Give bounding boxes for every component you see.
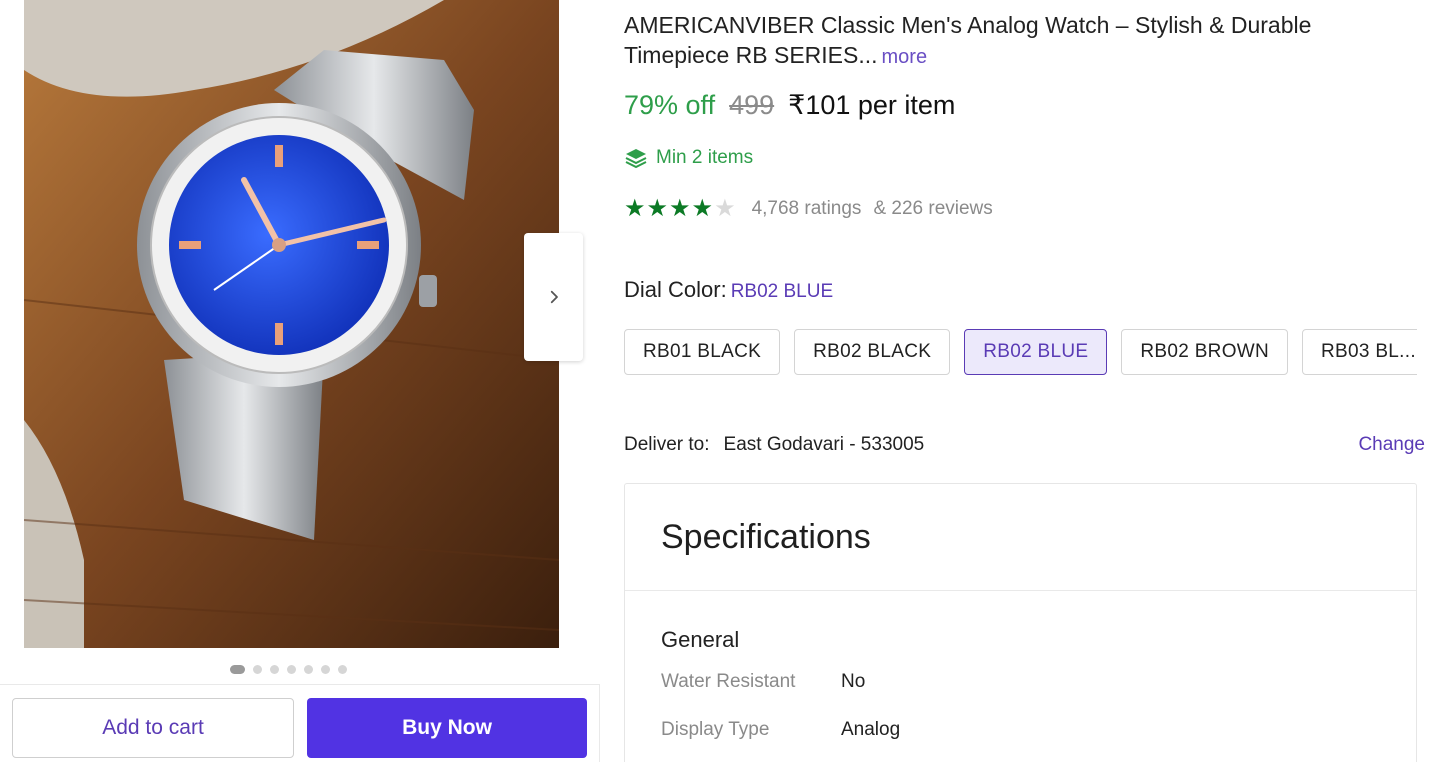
current-price: ₹101 per item <box>788 90 956 120</box>
original-price: 499 <box>729 90 775 120</box>
variant-chip[interactable]: RB02 BLACK <box>794 329 951 375</box>
min-order: Min 2 items <box>624 146 753 170</box>
specifications-card: Specifications General Water Resistant N… <box>624 483 1417 762</box>
specifications-body: General Water Resistant No Display Type … <box>625 591 1416 762</box>
ratings-count: 4,768 ratings <box>751 198 862 219</box>
pagination-dot[interactable] <box>230 665 245 674</box>
spec-group-title: General <box>661 627 740 652</box>
pagination-dot[interactable] <box>253 665 262 674</box>
spec-value: No <box>841 671 866 692</box>
spec-key: Display Type <box>661 719 770 740</box>
spec-key: Water Resistant <box>661 671 796 692</box>
change-location-link[interactable]: Change <box>1358 434 1425 456</box>
min-order-text: Min 2 items <box>656 147 754 168</box>
rating-row[interactable]: ★ ★ ★ ★ ★ 4,768 ratings & 226 reviews <box>624 197 993 221</box>
variant-label-text: Dial Color: <box>624 277 727 302</box>
layers-icon <box>625 149 647 169</box>
variant-chip[interactable]: RB02 BROWN <box>1121 329 1289 375</box>
pagination-dot[interactable] <box>338 665 347 674</box>
star-icon: ★ <box>624 195 646 222</box>
image-gallery: Add to cart Buy Now <box>0 0 600 762</box>
buy-now-button[interactable]: Buy Now <box>307 698 587 758</box>
delivery-label: Deliver to: <box>624 434 710 455</box>
more-link[interactable]: more <box>882 46 928 68</box>
add-to-cart-button[interactable]: Add to cart <box>12 698 294 758</box>
spec-value: Analog <box>841 719 901 740</box>
star-icon: ★ <box>691 195 714 222</box>
variant-label: Dial Color: RB02 BLUE <box>624 277 833 303</box>
pagination-dot[interactable] <box>270 665 279 674</box>
pagination-dot[interactable] <box>287 665 296 674</box>
discount-badge: 79% off <box>624 90 716 120</box>
reviews-count: & 226 reviews <box>873 198 993 219</box>
product-details: AMERICANVIBER Classic Men's Analog Watch… <box>624 0 1439 762</box>
action-bar: Add to cart Buy Now <box>0 684 600 762</box>
price-row: 79% off 499 ₹101 per item <box>624 90 955 121</box>
variant-chip[interactable]: RB03 BL... <box>1302 329 1417 375</box>
product-title: AMERICANVIBER Classic Men's Analog Watch… <box>624 10 1384 72</box>
product-image[interactable] <box>24 0 559 648</box>
variant-chip[interactable]: RB01 BLACK <box>624 329 781 375</box>
variant-selected-value: RB02 BLUE <box>730 281 834 302</box>
star-rating: ★ ★ ★ ★ ★ <box>624 197 736 221</box>
variant-chip-selected[interactable]: RB02 BLUE <box>964 329 1108 375</box>
star-icon: ★ <box>646 195 669 222</box>
specifications-title: Specifications <box>625 484 1416 591</box>
spec-row: Display Type Analog <box>661 719 1416 762</box>
pagination-dot[interactable] <box>321 665 330 674</box>
star-empty-icon: ★ <box>714 195 736 222</box>
product-title-text: AMERICANVIBER Classic Men's Analog Watch… <box>624 12 1312 68</box>
spec-row: Water Resistant No <box>661 671 1416 719</box>
pagination-dot[interactable] <box>304 665 313 674</box>
variant-chips: RB01 BLACK RB02 BLACK RB02 BLUE RB02 BRO… <box>624 329 1417 377</box>
delivery-row: Deliver to: East Godavari - 533005 Chang… <box>624 434 1425 456</box>
star-icon: ★ <box>669 195 691 222</box>
delivery-location: East Godavari - 533005 <box>723 434 925 455</box>
gallery-pagination <box>230 665 347 674</box>
chevron-right-icon <box>550 290 558 304</box>
next-image-button[interactable] <box>524 233 583 361</box>
